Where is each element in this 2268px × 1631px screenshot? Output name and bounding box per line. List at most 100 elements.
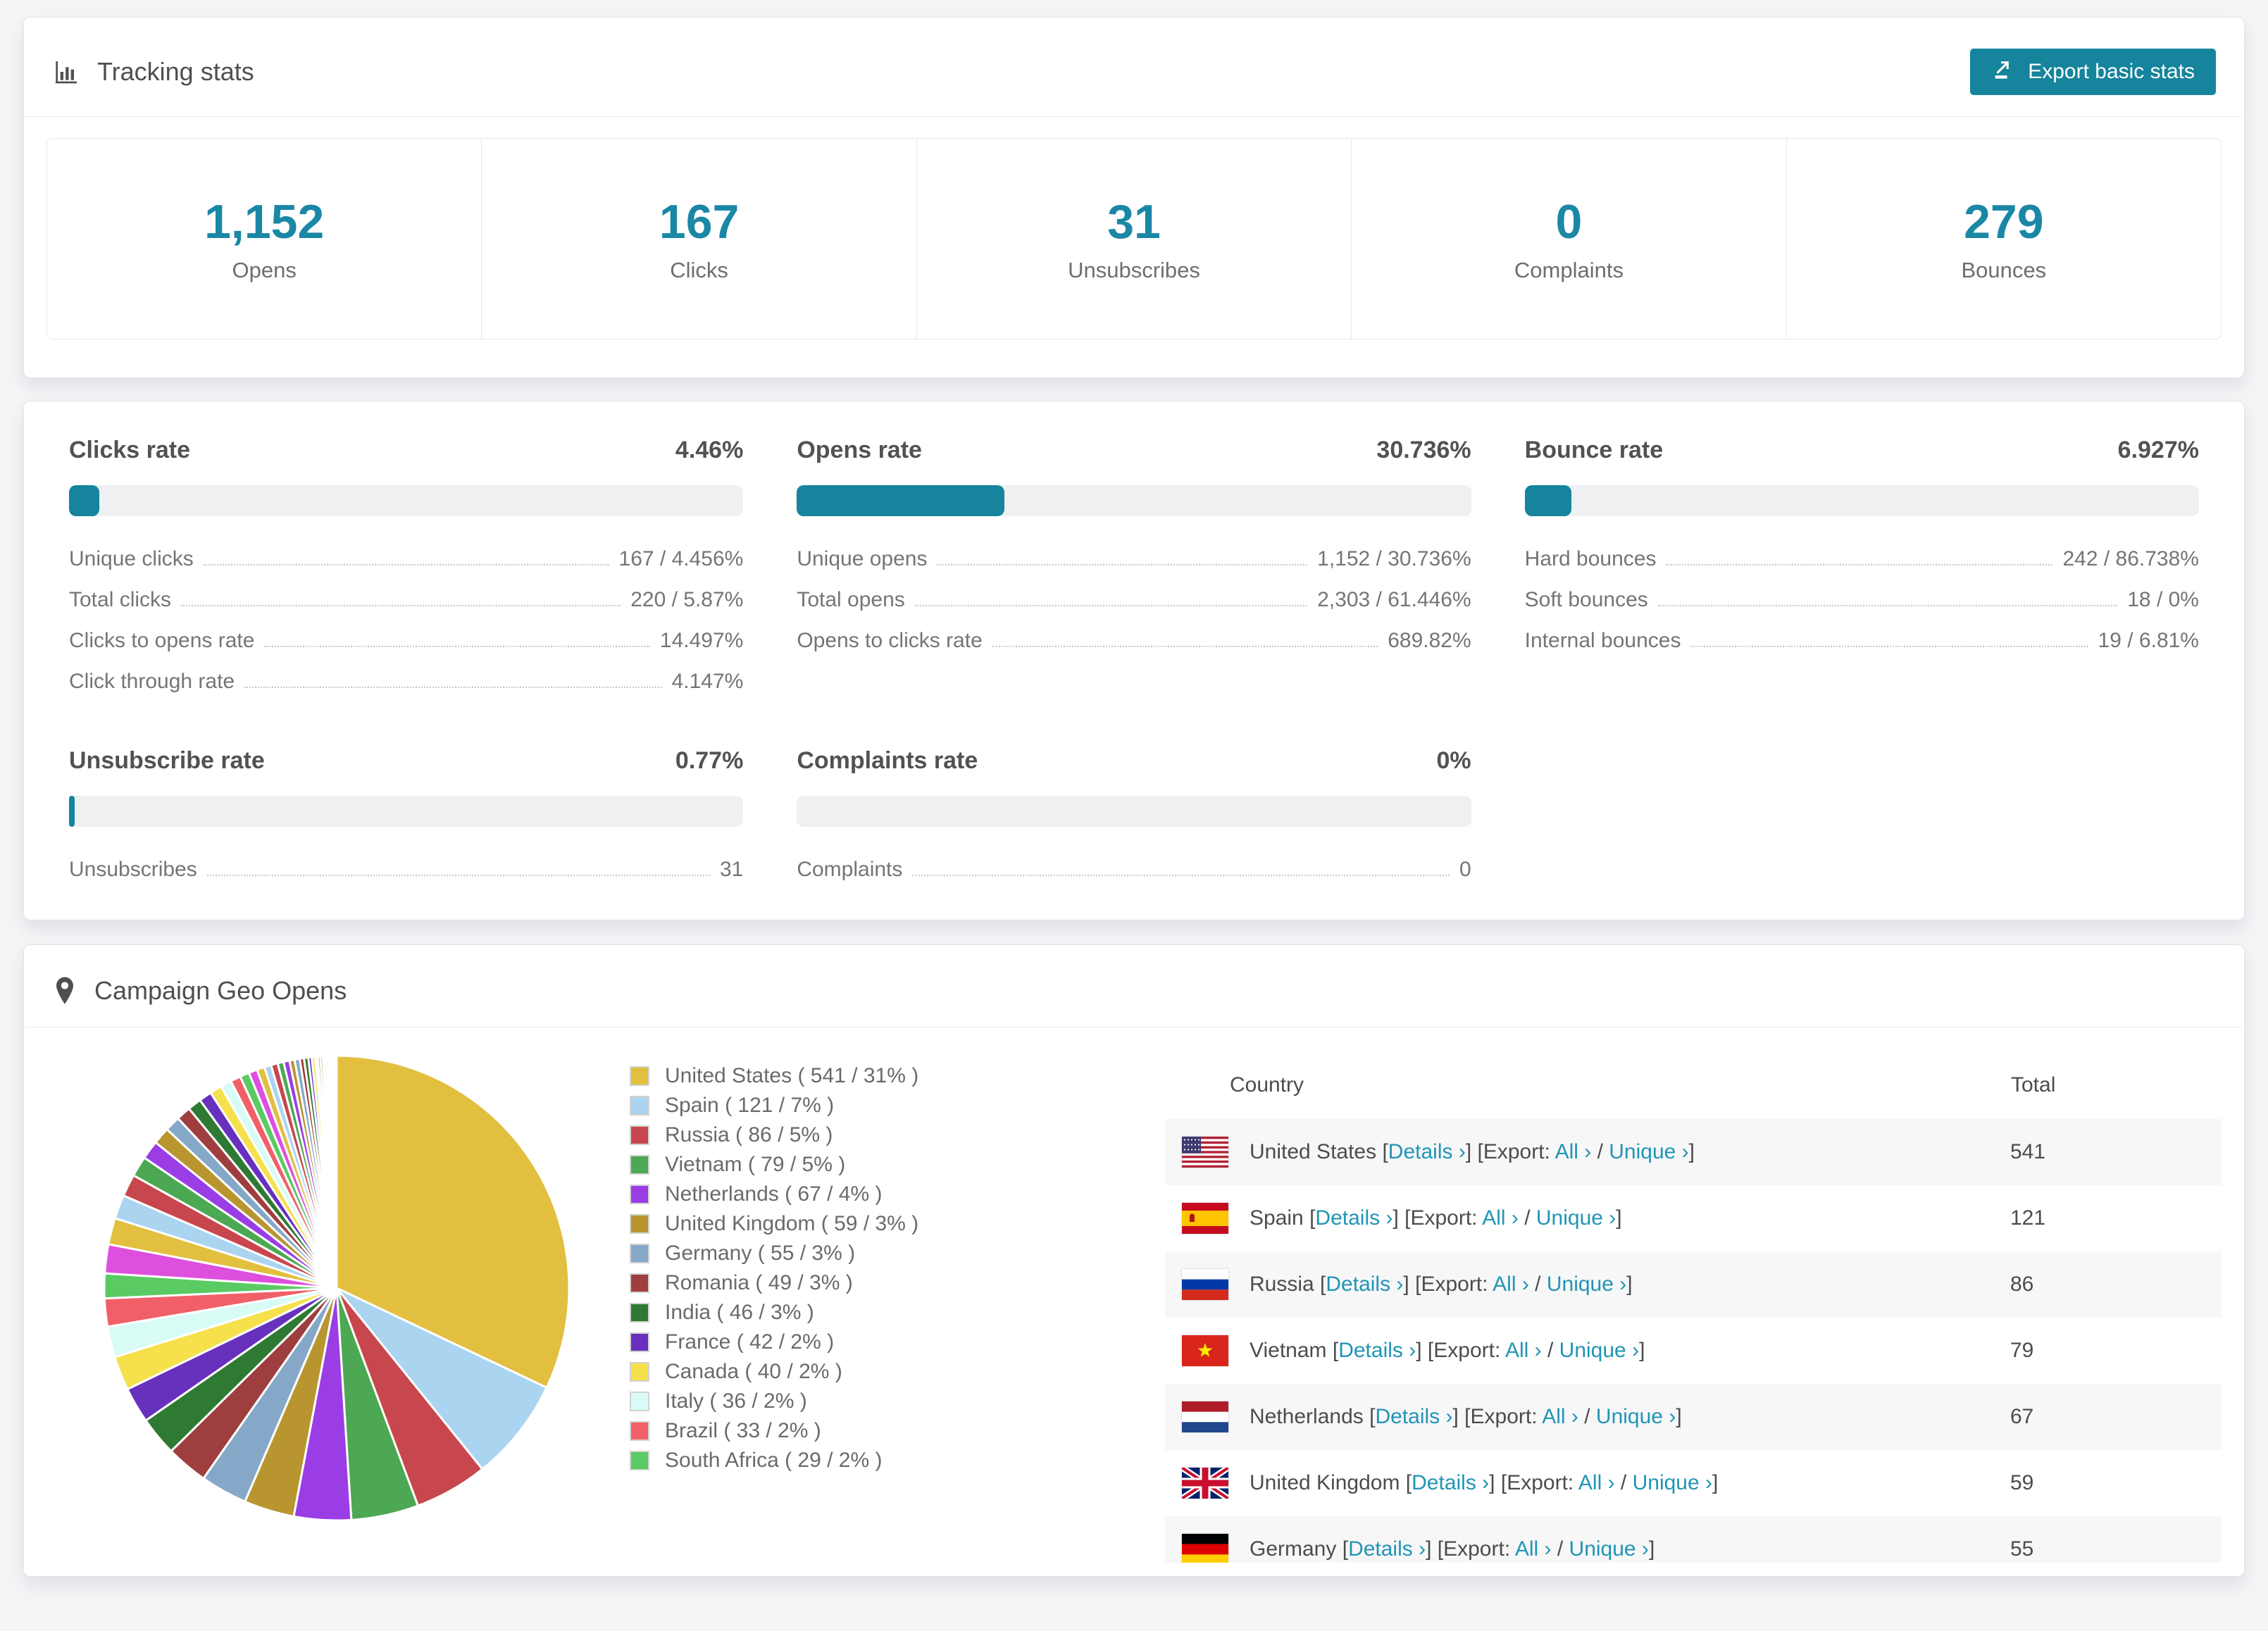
metric-value: 167 / 4.456% <box>618 547 744 570</box>
export-prefix: Export: <box>1433 1339 1501 1362</box>
stat-label: Complaints <box>1514 258 1624 282</box>
metric-value: 14.497% <box>659 629 744 652</box>
rate-metric-row: Unsubscribes 31 <box>69 849 743 890</box>
metric-value: 31 <box>719 858 744 881</box>
page-title: Tracking stats <box>97 57 254 86</box>
details-link[interactable]: Details › <box>1348 1537 1426 1561</box>
export-unique-link[interactable]: Unique › <box>1569 1537 1649 1561</box>
legend-swatch <box>630 1303 649 1323</box>
dotted-leader <box>1666 564 2053 565</box>
legend-label: Brazil ( 33 / 2% ) <box>665 1419 821 1442</box>
export-prefix: Export: <box>1470 1405 1538 1428</box>
country-total: 121 <box>2010 1206 2046 1230</box>
rate-value: 0.77% <box>675 747 744 774</box>
export-unique-link[interactable]: Unique › <box>1559 1339 1639 1362</box>
pie-chart-svg <box>103 1054 571 1522</box>
legend-swatch <box>630 1244 649 1263</box>
dotted-leader <box>1657 605 2118 606</box>
details-link[interactable]: Details › <box>1388 1140 1466 1163</box>
stat-label: Clicks <box>670 258 728 282</box>
export-prefix: Export: <box>1483 1140 1550 1163</box>
details-link[interactable]: Details › <box>1338 1339 1416 1362</box>
tracking-stats-title: Tracking stats <box>52 57 254 87</box>
export-unique-link[interactable]: Unique › <box>1536 1206 1616 1230</box>
rate-value: 6.927% <box>2117 437 2199 463</box>
export-all-link[interactable]: All › <box>1578 1471 1615 1494</box>
country-name: United Kingdom <box>1250 1471 1406 1494</box>
country-flag-icon <box>1182 1203 1228 1234</box>
export-all-link[interactable]: All › <box>1482 1206 1519 1230</box>
legend-swatch <box>630 1451 649 1470</box>
legend-swatch <box>630 1273 649 1293</box>
export-basic-stats-button[interactable]: Export basic stats <box>1970 49 2216 95</box>
legend-item-india: India ( 46 / 3% ) <box>630 1298 1010 1327</box>
map-pin-icon <box>52 976 77 1006</box>
rate-title: Bounce rate <box>1524 437 1664 463</box>
geo-content: United States ( 541 / 31% ) Spain ( 121 … <box>24 1051 2244 1563</box>
legend-item-netherlands: Netherlands ( 67 / 4% ) <box>630 1180 1010 1209</box>
metric-label: Complaints <box>797 858 903 881</box>
dotted-leader <box>203 564 609 565</box>
export-all-link[interactable]: All › <box>1555 1140 1592 1163</box>
legend-label: United Kingdom ( 59 / 3% ) <box>665 1212 919 1235</box>
table-row-russia: Russia [Details ›] [Export: All › / Uniq… <box>1165 1251 2222 1318</box>
metric-label: Unique opens <box>797 547 928 570</box>
progress-bar <box>1524 485 2199 516</box>
export-all-link[interactable]: All › <box>1505 1339 1542 1362</box>
metric-value: 0 <box>1459 858 1471 881</box>
export-all-link[interactable]: All › <box>1515 1537 1552 1561</box>
legend-item-south-africa: South Africa ( 29 / 2% ) <box>630 1446 1010 1475</box>
legend-item-united-kingdom: United Kingdom ( 59 / 3% ) <box>630 1209 1010 1239</box>
export-unique-link[interactable]: Unique › <box>1633 1471 1712 1494</box>
country-flag-icon <box>1182 1137 1228 1168</box>
export-all-link[interactable]: All › <box>1542 1405 1578 1428</box>
progress-fill <box>69 796 75 827</box>
export-unique-link[interactable]: Unique › <box>1547 1273 1626 1296</box>
dotted-leader <box>937 564 1308 565</box>
rate-metric-row: Soft bounces 18 / 0% <box>1525 580 2199 620</box>
pie-slice <box>335 1054 338 1289</box>
rate-metric-row: Unique clicks 167 / 4.456% <box>69 539 743 580</box>
stat-complaints: 0 Complaints <box>1351 139 1786 339</box>
details-link[interactable]: Details › <box>1412 1471 1489 1494</box>
legend-swatch <box>630 1155 649 1175</box>
metric-label: Click through rate <box>69 670 235 693</box>
details-link[interactable]: Details › <box>1326 1273 1403 1296</box>
dotted-leader <box>244 687 662 688</box>
legend-item-france: France ( 42 / 2% ) <box>630 1327 1010 1357</box>
rate-clicks-rate: Clicks rate 4.46% Unique clicks 167 / 4.… <box>69 437 744 702</box>
export-unique-link[interactable]: Unique › <box>1596 1405 1676 1428</box>
divider <box>25 116 2243 117</box>
rate-metric-row: Total clicks 220 / 5.87% <box>69 580 743 620</box>
rate-value: 0% <box>1436 747 1471 774</box>
legend-label: Netherlands ( 67 / 4% ) <box>665 1182 883 1206</box>
column-header-total: Total <box>2011 1073 2056 1096</box>
table-row-united-states: United States [Details ›] [Export: All ›… <box>1165 1119 2222 1185</box>
rates-grid: Clicks rate 4.46% Unique clicks 167 / 4.… <box>69 437 2199 890</box>
rate-value: 30.736% <box>1376 437 1471 463</box>
metric-label: Total opens <box>797 588 905 611</box>
country-flag-icon <box>1182 1534 1228 1563</box>
details-link[interactable]: Details › <box>1315 1206 1392 1230</box>
metric-value: 4.147% <box>671 670 744 693</box>
progress-fill <box>797 485 1004 516</box>
country-name: Netherlands <box>1250 1405 1370 1428</box>
rate-metric-row: Internal bounces 19 / 6.81% <box>1525 620 2199 661</box>
metric-value: 242 / 86.738% <box>2062 547 2199 570</box>
stat-value: 167 <box>659 195 740 249</box>
stat-label: Unsubscribes <box>1068 258 1200 282</box>
export-all-link[interactable]: All › <box>1493 1273 1529 1296</box>
details-link[interactable]: Details › <box>1375 1405 1452 1428</box>
legend-item-spain: Spain ( 121 / 7% ) <box>630 1091 1010 1120</box>
export-prefix: Export: <box>1421 1273 1488 1296</box>
dotted-leader <box>264 646 650 647</box>
stat-value: 1,152 <box>204 195 325 249</box>
legend-swatch <box>630 1066 649 1086</box>
stat-clicks: 167 Clicks <box>481 139 916 339</box>
legend-label: South Africa ( 29 / 2% ) <box>665 1449 883 1472</box>
export-unique-link[interactable]: Unique › <box>1609 1140 1688 1163</box>
rate-title: Clicks rate <box>69 437 190 463</box>
stat-bounces: 279 Bounces <box>1786 139 2221 339</box>
dotted-leader <box>206 875 710 876</box>
legend-item-vietnam: Vietnam ( 79 / 5% ) <box>630 1150 1010 1180</box>
